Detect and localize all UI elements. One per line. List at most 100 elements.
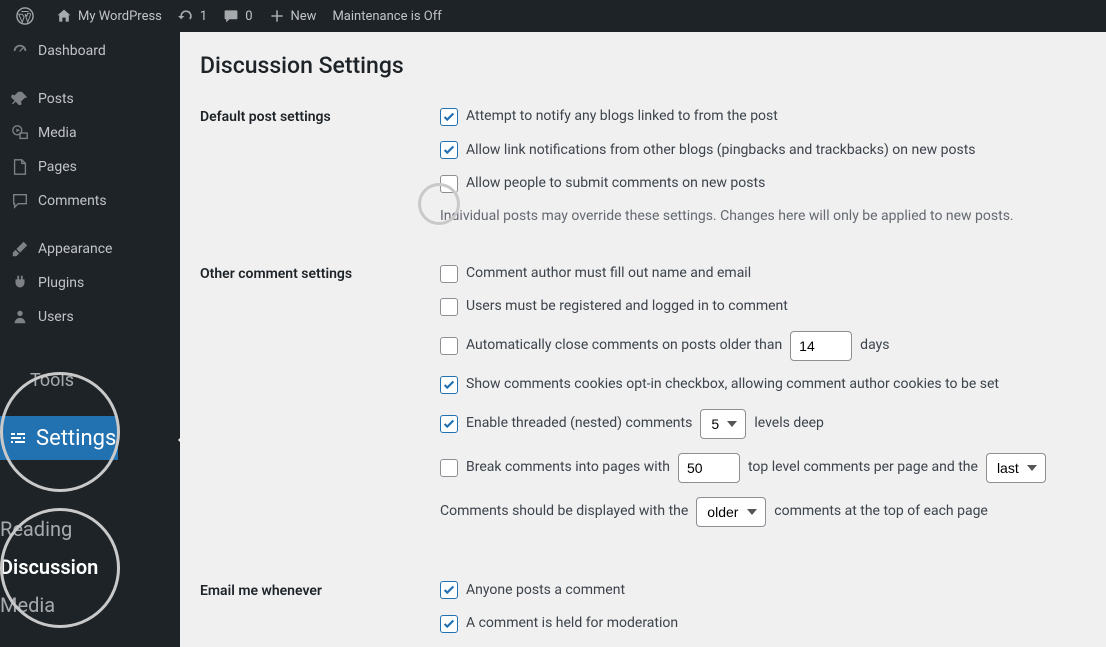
wordpress-logo-menu[interactable] xyxy=(8,0,48,32)
plug-icon xyxy=(10,274,30,292)
checkbox[interactable] xyxy=(440,376,458,394)
sliders-icon xyxy=(8,428,28,448)
sidebar-item-posts[interactable]: Posts xyxy=(0,82,180,116)
option-label: Users must be registered and logged in t… xyxy=(466,297,788,317)
comment-bubble-icon xyxy=(223,8,239,24)
plus-icon xyxy=(269,8,285,24)
user-icon xyxy=(10,308,30,326)
section-other-comment-settings: Other comment settings Comment author mu… xyxy=(200,264,1086,541)
section-heading: Email me whenever xyxy=(200,581,440,599)
sidebar-item-label: Plugins xyxy=(38,275,84,291)
checkbox[interactable] xyxy=(440,141,458,159)
option-require-name-email[interactable]: Comment author must fill out name and em… xyxy=(440,264,1086,284)
sidebar-item-pages[interactable]: Pages xyxy=(0,150,180,184)
option-require-registration[interactable]: Users must be registered and logged in t… xyxy=(440,297,1086,317)
option-allow-comments[interactable]: Allow people to submit comments on new p… xyxy=(440,174,1086,194)
sidebar-item-comments[interactable]: Comments xyxy=(0,184,180,218)
updates-count: 1 xyxy=(200,9,207,24)
sidebar-item-label: Settings xyxy=(36,426,116,451)
section-note: Individual posts may override these sett… xyxy=(440,208,1086,224)
sidebar-item-label: Pages xyxy=(38,159,77,175)
home-icon xyxy=(56,8,72,24)
option-label: Show comments cookies opt-in checkbox, a… xyxy=(466,375,999,395)
page-icon xyxy=(10,158,30,176)
option-auto-close-comments[interactable]: Automatically close comments on posts ol… xyxy=(440,331,1086,361)
maintenance-label: Maintenance is Off xyxy=(332,9,441,24)
checkbox[interactable] xyxy=(440,459,458,477)
page-title: Discussion Settings xyxy=(200,52,1086,79)
checkbox[interactable] xyxy=(440,108,458,126)
option-label-pre: Automatically close comments on posts ol… xyxy=(466,336,782,356)
checkbox[interactable] xyxy=(440,265,458,283)
option-label-pre: Break comments into pages with xyxy=(466,458,670,478)
submenu-item-reading[interactable]: Reading xyxy=(0,510,98,548)
comment-icon xyxy=(10,192,30,210)
submenu-item-media[interactable]: Media xyxy=(0,586,98,624)
sidebar-item-appearance[interactable]: Appearance xyxy=(0,232,180,266)
update-icon xyxy=(178,8,194,24)
option-paginate-comments[interactable]: Break comments into pages with top level… xyxy=(440,453,1086,483)
option-email-on-comment[interactable]: Anyone posts a comment xyxy=(440,581,1086,601)
option-label: Attempt to notify any blogs linked to fr… xyxy=(466,107,778,127)
comments-per-page-input[interactable] xyxy=(678,453,740,483)
option-cookies-optin[interactable]: Show comments cookies opt-in checkbox, a… xyxy=(440,375,1086,395)
sidebar-item-media[interactable]: Media xyxy=(0,116,180,150)
sidebar-item-dashboard[interactable]: Dashboard xyxy=(0,32,180,68)
sidebar-item-label: Media xyxy=(38,125,77,141)
sidebar-item-label: Tools xyxy=(30,370,74,391)
sidebar-item-plugins[interactable]: Plugins xyxy=(0,266,180,300)
option-comment-order[interactable]: Comments should be displayed with the ol… xyxy=(440,497,1086,527)
new-label: New xyxy=(291,9,317,24)
option-allow-pingbacks[interactable]: Allow link notifications from other blog… xyxy=(440,141,1086,161)
wordpress-logo-icon xyxy=(16,7,34,25)
checkbox[interactable] xyxy=(440,581,458,599)
site-name-menu[interactable]: My WordPress xyxy=(48,0,170,32)
updates-menu[interactable]: 1 xyxy=(170,0,215,32)
option-email-on-moderation[interactable]: A comment is held for moderation xyxy=(440,614,1086,634)
sidebar-item-settings-magnified[interactable]: Settings xyxy=(0,416,118,460)
sidebar-item-label: Posts xyxy=(38,91,74,107)
option-label-pre: Comments should be displayed with the xyxy=(440,502,688,522)
sidebar-item-label: Appearance xyxy=(38,241,112,257)
option-label: Comment author must fill out name and em… xyxy=(466,264,751,284)
checkbox[interactable] xyxy=(440,615,458,633)
settings-submenu-magnified: Reading Discussion Media xyxy=(0,510,98,624)
option-label: A comment is held for moderation xyxy=(466,614,678,634)
thread-depth-select[interactable]: 5 xyxy=(700,409,746,439)
comments-menu[interactable]: 0 xyxy=(215,0,260,32)
sidebar-item-users[interactable]: Users xyxy=(0,300,180,334)
option-label-post: levels deep xyxy=(754,414,824,434)
brush-icon xyxy=(10,240,30,258)
checkbox[interactable] xyxy=(440,175,458,193)
option-threaded-comments[interactable]: Enable threaded (nested) comments 5 leve… xyxy=(440,409,1086,439)
section-default-post-settings: Default post settings Attempt to notify … xyxy=(200,107,1086,224)
maintenance-menu[interactable]: Maintenance is Off xyxy=(324,0,449,32)
media-icon xyxy=(10,124,30,142)
sidebar-item-label: Users xyxy=(38,309,74,325)
sidebar-item-tools-magnified[interactable]: Tools xyxy=(30,370,74,391)
main-content: Discussion Settings Default post setting… xyxy=(180,32,1106,647)
option-label: Allow link notifications from other blog… xyxy=(466,141,976,161)
close-comments-days-input[interactable] xyxy=(790,331,852,361)
comment-order-select[interactable]: older xyxy=(696,497,766,527)
option-label: Anyone posts a comment xyxy=(466,581,625,601)
option-label-post: comments at the top of each page xyxy=(774,502,988,522)
option-label-post: days xyxy=(860,336,889,356)
new-content-menu[interactable]: New xyxy=(261,0,325,32)
default-page-select[interactable]: last xyxy=(986,453,1046,483)
option-notify-blogs[interactable]: Attempt to notify any blogs linked to fr… xyxy=(440,107,1086,127)
section-heading: Other comment settings xyxy=(200,264,440,282)
checkbox[interactable] xyxy=(440,298,458,316)
option-label-pre: Enable threaded (nested) comments xyxy=(466,414,692,434)
option-label: Allow people to submit comments on new p… xyxy=(466,174,765,194)
option-label-mid: top level comments per page and the xyxy=(748,458,978,478)
comments-count: 0 xyxy=(245,9,252,24)
current-menu-pointer xyxy=(170,432,186,448)
admin-bar: My WordPress 1 0 New Maintenance is Off xyxy=(0,0,1106,32)
pin-icon xyxy=(10,90,30,108)
section-email-me-whenever: Email me whenever Anyone posts a comment… xyxy=(200,581,1086,647)
checkbox[interactable] xyxy=(440,337,458,355)
checkbox[interactable] xyxy=(440,415,458,433)
sidebar-item-label: Comments xyxy=(38,193,107,209)
submenu-item-discussion[interactable]: Discussion xyxy=(0,548,98,586)
